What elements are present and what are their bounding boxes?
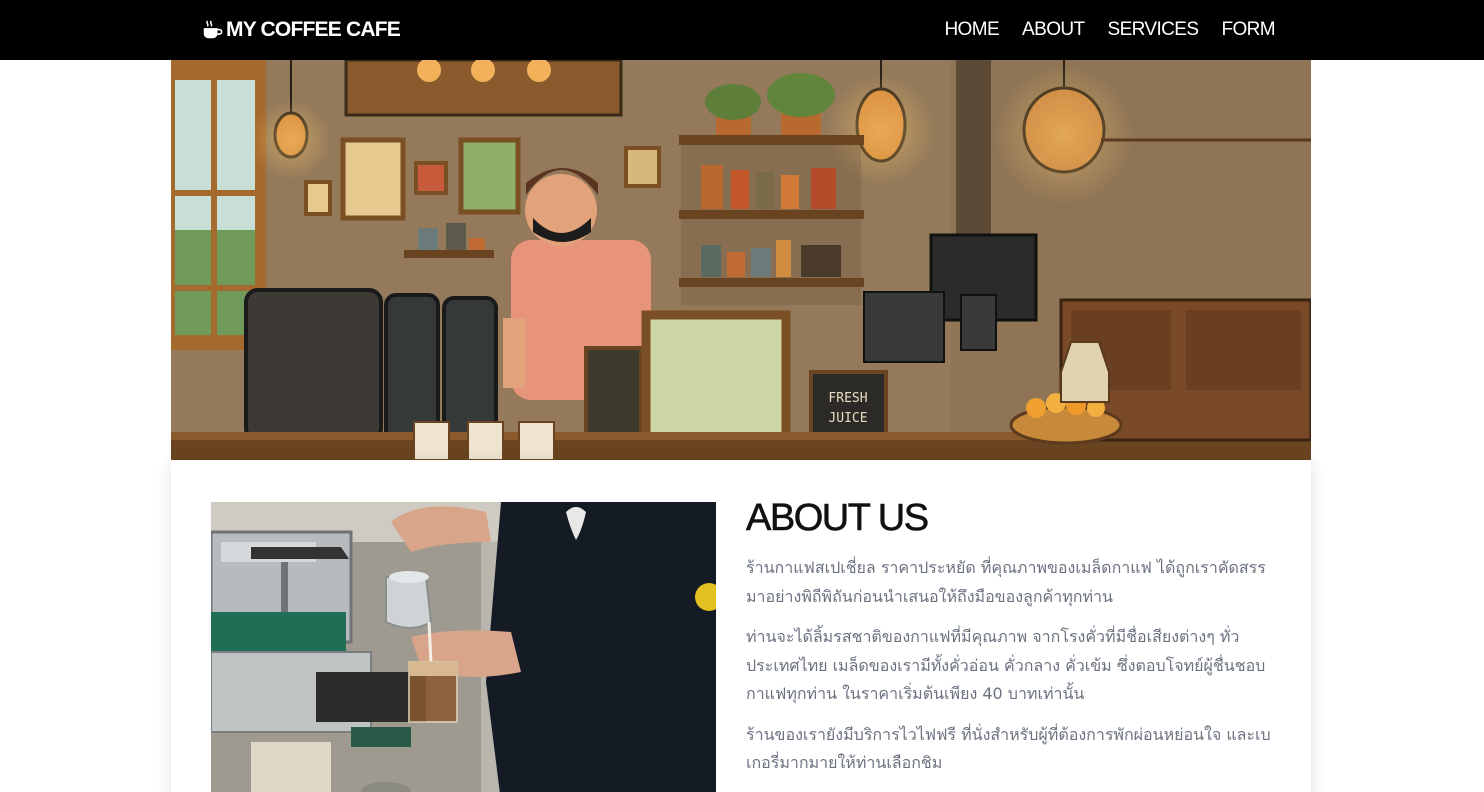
nav-link-about[interactable]: ABOUT xyxy=(1022,19,1085,41)
hero-illustration: FRESH JUICE xyxy=(171,60,1311,460)
svg-text:JUICE: JUICE xyxy=(828,411,867,426)
barista-photo xyxy=(211,502,716,792)
about-content: ABOUT US ร้านกาแฟสเปเชี่ยล ราคาประหยัด ท… xyxy=(746,496,1276,778)
nav-link-home[interactable]: HOME xyxy=(944,19,999,41)
nav-link-form[interactable]: FORM xyxy=(1221,19,1275,41)
brand-logo[interactable]: MY COFFEE CAFE xyxy=(201,14,401,46)
about-paragraph-2: ท่านจะได้ลิ้มรสชาติของกาแฟที่มีคุณภาพ จา… xyxy=(746,627,1266,703)
about-paragraph-3: ร้านของเรายังมีบริการไวไฟฟรี ที่นั่งสำหร… xyxy=(746,724,1271,773)
navbar: MY COFFEE CAFE HOME ABOUT SERVICES FORM xyxy=(0,0,1484,60)
about-section: ABOUT US ร้านกาแฟสเปเชี่ยล ราคาประหยัด ท… xyxy=(171,460,1311,792)
about-title: ABOUT US xyxy=(746,497,930,540)
nav-menu: HOME ABOUT SERVICES FORM xyxy=(944,14,1275,46)
fresh-juice-sign: FRESH xyxy=(828,391,867,406)
barista-pouring-image xyxy=(211,502,716,792)
coffee-cup-icon xyxy=(203,20,223,39)
nav-link-services[interactable]: SERVICES xyxy=(1108,19,1200,41)
brand-name: MY COFFEE CAFE xyxy=(226,18,401,41)
about-paragraph-1: ร้านกาแฟสเปเชี่ยล ราคาประหยัด ที่คุณภาพข… xyxy=(746,558,1266,606)
hero-banner: FRESH JUICE xyxy=(171,60,1311,460)
